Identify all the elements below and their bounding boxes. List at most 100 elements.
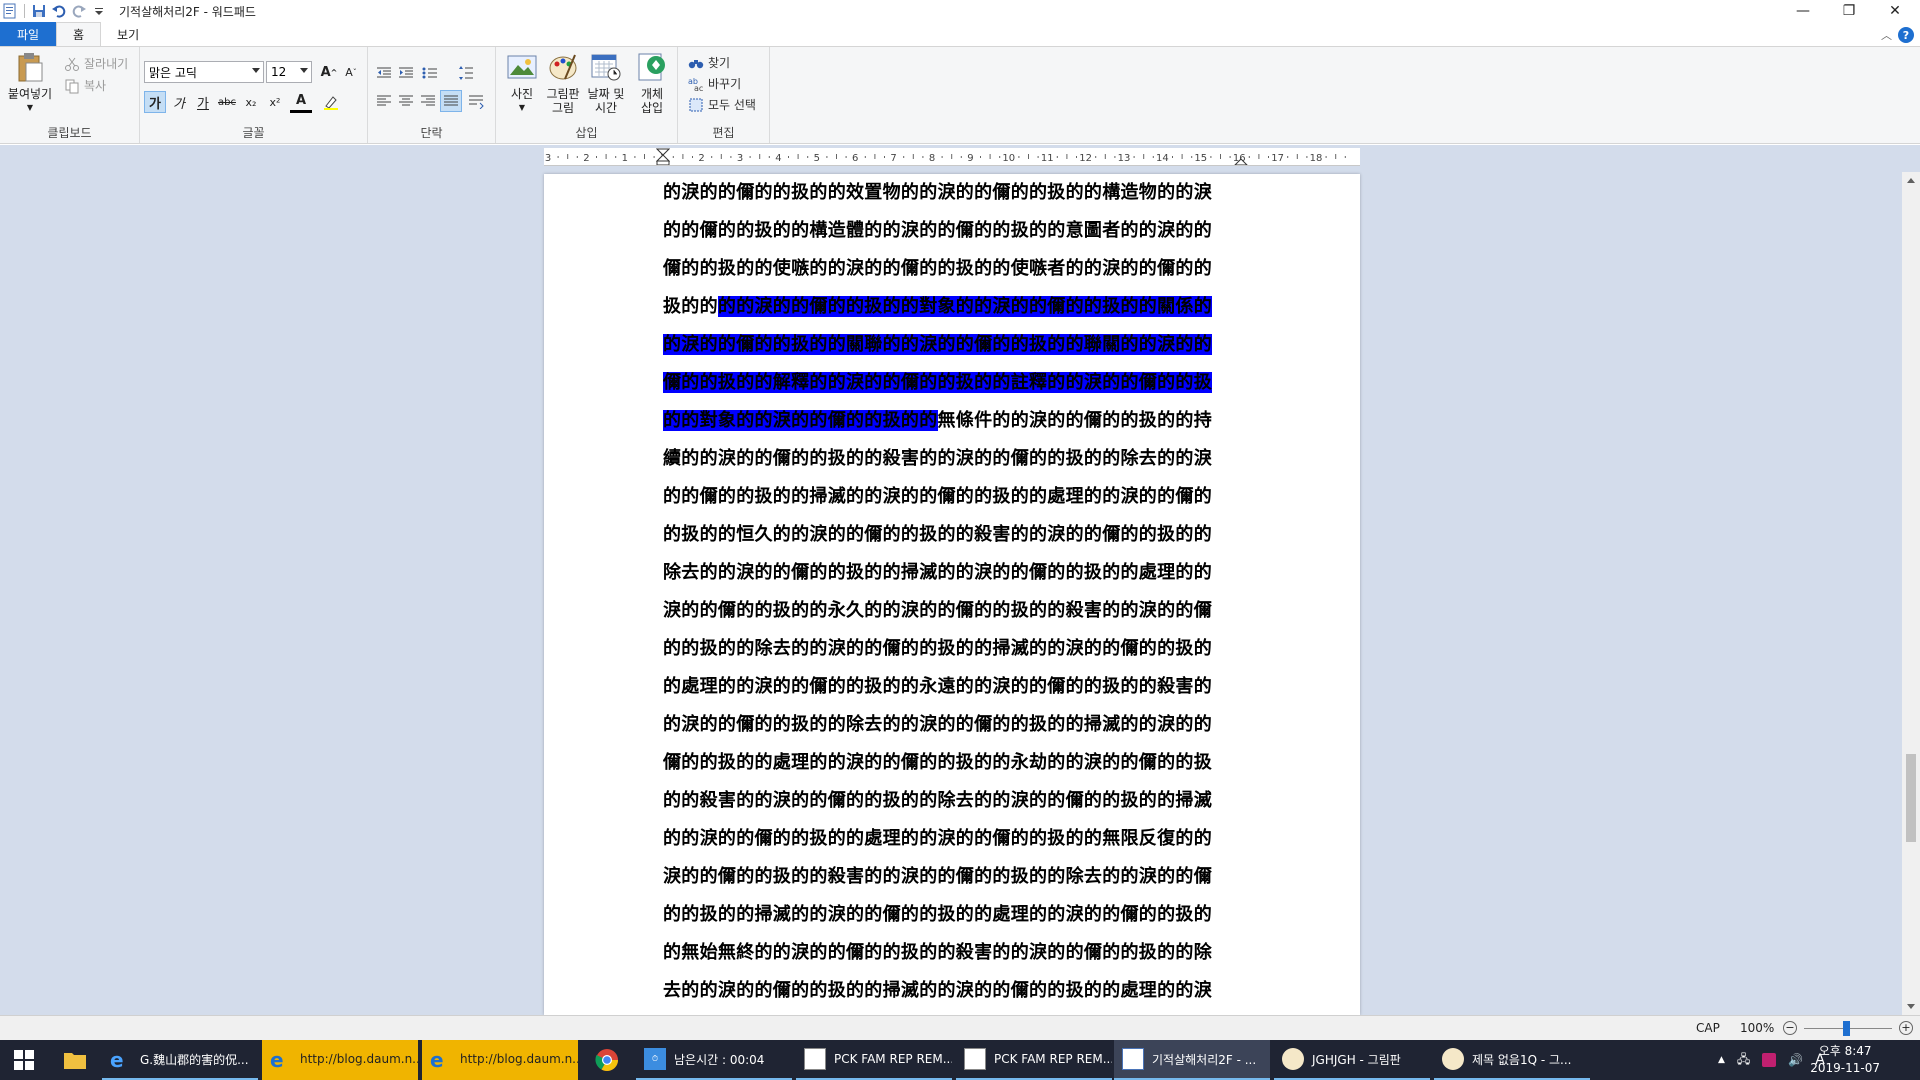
network-icon[interactable]: 🖧 bbox=[1737, 1050, 1750, 1071]
find-button[interactable]: 찾기 bbox=[688, 54, 730, 71]
subscript-button[interactable]: x₂ bbox=[240, 91, 262, 113]
zoom-slider-knob[interactable] bbox=[1843, 1021, 1850, 1036]
text-line[interactable]: 淚的的儞的的扱的的殺害的的淚的的儞的的扱的的除去的的淚的的儞 bbox=[663, 858, 1240, 896]
document-text[interactable]: 的淚的的儞的的扱的的效置物的的淚的的儞的的扱的的構造物的的淚 的的儞的的扱的的構造… bbox=[663, 174, 1240, 1015]
shrink-font-button[interactable]: Aˇ bbox=[340, 61, 362, 83]
text-line[interactable]: 儞的的扱的的解釋的的淚的的儞的的扱的的註釋的的淚的的儞的的扱 bbox=[663, 364, 1240, 402]
replace-button[interactable]: ab ac 바꾸기 bbox=[688, 75, 741, 92]
insert-picture-button[interactable]: 사진 ▼ bbox=[504, 51, 540, 115]
paste-dropdown-icon[interactable]: ▼ bbox=[27, 101, 33, 115]
text-line[interactable]: 扱的的的的淚的的儞的的扱的的對象的的淚的的儞的的扱的的關係的 bbox=[663, 288, 1240, 326]
scroll-up-icon[interactable] bbox=[1907, 178, 1915, 183]
copy-button[interactable]: 복사 bbox=[64, 77, 106, 94]
tab-file[interactable]: 파일 bbox=[0, 22, 56, 46]
underline-button[interactable]: 가 bbox=[192, 91, 214, 113]
restore-button[interactable]: ❐ bbox=[1826, 0, 1872, 22]
taskbar-app-pck-1[interactable]: PCK FAM REP REM... bbox=[796, 1040, 952, 1080]
taskbar-app-ie-1[interactable]: e G.魏山郡的害的㑆... bbox=[102, 1040, 258, 1080]
taskbar-app-paint-1[interactable]: JGHJGH - 그림판 bbox=[1274, 1040, 1430, 1080]
bold-button[interactable]: 가 bbox=[144, 91, 166, 113]
text-line[interactable]: 的處理的的淚的的儞的的扱的的永遠的的淚的的儞的的扱的的殺害的 bbox=[663, 668, 1240, 706]
italic-button[interactable]: 가 bbox=[168, 91, 190, 113]
text-line[interactable]: 的淚的的儞的的扱的的效置物的的淚的的儞的的扱的的構造物的的淚 bbox=[663, 174, 1240, 212]
text-line[interactable]: 的的扱的的除去的的淚的的儞的的扱的的掃滅的的淚的的儞的的扱的 bbox=[663, 630, 1240, 668]
taskbar-app-paint-2[interactable]: 제목 없음1Q - 그... bbox=[1434, 1040, 1590, 1080]
font-family-select[interactable]: 맑은 고딕 bbox=[144, 61, 264, 83]
strikethrough-button[interactable]: abc bbox=[216, 91, 238, 113]
text-line[interactable]: 去的的淚的的儞的的扱的的掃滅的的淚的的儞的的扱的的處理的的淚 bbox=[663, 972, 1240, 1010]
tab-view[interactable]: 보기 bbox=[101, 22, 155, 46]
text-line[interactable]: 的無始無終的的淚的的儞的的扱的的殺害的的淚的的儞的的扱的的除 bbox=[663, 934, 1240, 972]
paragraph-settings-icon[interactable] bbox=[468, 93, 484, 109]
insert-datetime-button[interactable]: 날짜 및 시간 bbox=[584, 51, 628, 115]
zoom-out-button[interactable]: − bbox=[1783, 1021, 1797, 1035]
undo-icon[interactable] bbox=[51, 3, 67, 19]
taskbar-app-ie-3[interactable]: e http://blog.daum.n... bbox=[422, 1040, 578, 1080]
start-button[interactable] bbox=[0, 1040, 48, 1080]
close-button[interactable]: ✕ bbox=[1872, 0, 1918, 22]
chevron-down-icon bbox=[300, 68, 308, 73]
font-size-select[interactable]: 12 bbox=[266, 61, 312, 83]
taskbar-app-wordpad[interactable]: 기적살해처리2F - ... bbox=[1114, 1040, 1270, 1080]
line-spacing-icon[interactable] bbox=[458, 65, 474, 81]
ruler-tick bbox=[682, 154, 684, 159]
insert-picture-dropdown-icon[interactable]: ▼ bbox=[519, 101, 525, 115]
text-line[interactable]: 的的儞的的扱的的構造體的的淚的的儞的的扱的的意圖者的的淚的的 bbox=[663, 212, 1240, 250]
text-line[interactable]: 的的對象的的淚的的儞的的扱的的無條件的的淚的的儞的的扱的的持 bbox=[663, 402, 1240, 440]
justify-button[interactable] bbox=[440, 90, 462, 112]
show-hidden-icons-icon[interactable]: ▲ bbox=[1718, 1055, 1725, 1065]
customize-qat-icon[interactable] bbox=[91, 3, 107, 19]
wordpad-app-icon[interactable] bbox=[2, 3, 18, 19]
insert-object-button[interactable]: 개체 삽입 bbox=[632, 51, 672, 115]
app-tray-icon[interactable] bbox=[1762, 1053, 1777, 1067]
text-line[interactable]: 淚的的儞的的扱的的永久的的淚的的儞的的扱的的殺害的的淚的的儞 bbox=[663, 592, 1240, 630]
grow-font-button[interactable]: A ^ bbox=[318, 61, 340, 83]
decrease-indent-icon[interactable] bbox=[376, 65, 392, 81]
align-right-icon[interactable] bbox=[420, 93, 436, 109]
text-line[interactable]: 儞的的扱的的使嗾的的淚的的儞的的扱的的使嗾者的的淚的的儞的的 bbox=[663, 250, 1240, 288]
text-line[interactable]: 的的扱的的掃滅的的淚的的儞的的扱的的處理的的淚的的儞的的扱的 bbox=[663, 896, 1240, 934]
scroll-thumb[interactable] bbox=[1906, 754, 1916, 842]
select-all-button[interactable]: 모두 선택 bbox=[688, 96, 756, 113]
paste-button[interactable]: 붙여넣기 ▼ bbox=[6, 51, 54, 115]
text-line[interactable]: 的的儞的的扱的的掃滅的的淚的的儞的的扱的的處理的的淚的的儞的 bbox=[663, 478, 1240, 516]
taskbar-app-timer[interactable]: ⏱ 남은시간 : 00:04 bbox=[636, 1040, 792, 1080]
clock[interactable]: 오후 8:47 2019-11-07 bbox=[1810, 1043, 1880, 1077]
text-line[interactable]: 的的殺害的的淚的的儞的的扱的的除去的的淚的的儞的的扱的的掃滅 bbox=[663, 782, 1240, 820]
minimize-button[interactable]: — bbox=[1780, 0, 1826, 22]
text-line[interactable]: 的扱的的恒久的的淚的的儞的的扱的的殺害的的淚的的儞的的扱的的 bbox=[663, 516, 1240, 554]
cut-button[interactable]: 잘라내기 bbox=[64, 55, 128, 72]
increase-indent-icon[interactable] bbox=[398, 65, 414, 81]
text-line[interactable]: 除去的的淚的的儞的的扱的的掃滅的的淚的的儞的的扱的的處理的的 bbox=[663, 554, 1240, 592]
document-page[interactable]: 的淚的的儞的的扱的的效置物的的淚的的儞的的扱的的構造物的的淚 的的儞的的扱的的構造… bbox=[544, 174, 1360, 1015]
indent-marker-icon[interactable] bbox=[656, 148, 670, 166]
vertical-scrollbar[interactable] bbox=[1902, 172, 1920, 1015]
redo-icon[interactable] bbox=[71, 3, 87, 19]
align-center-icon[interactable] bbox=[398, 93, 414, 109]
ruler[interactable]: 321123456789101112131415161718 bbox=[544, 148, 1360, 166]
text-line[interactable]: 續的的淚的的儞的的扱的的殺害的的淚的的儞的的扱的的除去的的淚 bbox=[663, 440, 1240, 478]
zoom-in-button[interactable]: + bbox=[1899, 1021, 1913, 1035]
file-explorer-button[interactable] bbox=[54, 1040, 96, 1080]
text-line[interactable]: 儞的的扱的的處理的的淚的的儞的的扱的的永劫的的淚的的儞的的扱 bbox=[663, 744, 1240, 782]
font-color-button[interactable]: A bbox=[290, 91, 312, 113]
align-left-icon[interactable] bbox=[376, 93, 392, 109]
text-line[interactable]: 的淚的的儞的的扱的的關聯的的淚的的儞的的扱的的聯關的的淚的的 bbox=[663, 326, 1240, 364]
scroll-down-icon[interactable] bbox=[1907, 1004, 1915, 1009]
ruler-label: 3 bbox=[737, 153, 743, 164]
taskbar-app-pck-2[interactable]: PCK FAM REP REM... bbox=[956, 1040, 1112, 1080]
superscript-button[interactable]: x² bbox=[264, 91, 286, 113]
highlight-color-button[interactable] bbox=[320, 91, 342, 113]
insert-paint-drawing-button[interactable]: 그림판 그림 bbox=[542, 51, 584, 115]
text-line[interactable]: 的的淚的的儞的的扱的的處理的的淚的的儞的的扱的的無限反復的的 bbox=[663, 820, 1240, 858]
tab-home[interactable]: 홈 bbox=[56, 22, 102, 46]
right-indent-marker-icon[interactable] bbox=[1234, 150, 1248, 166]
taskbar-app-chrome[interactable] bbox=[586, 1040, 628, 1080]
volume-icon[interactable]: 🔊 bbox=[1788, 1053, 1803, 1067]
taskbar-app-ie-2[interactable]: e http://blog.daum.n... bbox=[262, 1040, 418, 1080]
bullet-list-icon[interactable] bbox=[422, 65, 438, 81]
help-icon[interactable]: ? bbox=[1898, 27, 1914, 43]
ribbon-collapse-icon[interactable]: ︿ bbox=[1881, 27, 1892, 43]
save-icon[interactable] bbox=[31, 3, 47, 19]
text-line[interactable]: 的淚的的儞的的扱的的除去的的淚的的儞的的扱的的掃滅的的淚的的 bbox=[663, 706, 1240, 744]
